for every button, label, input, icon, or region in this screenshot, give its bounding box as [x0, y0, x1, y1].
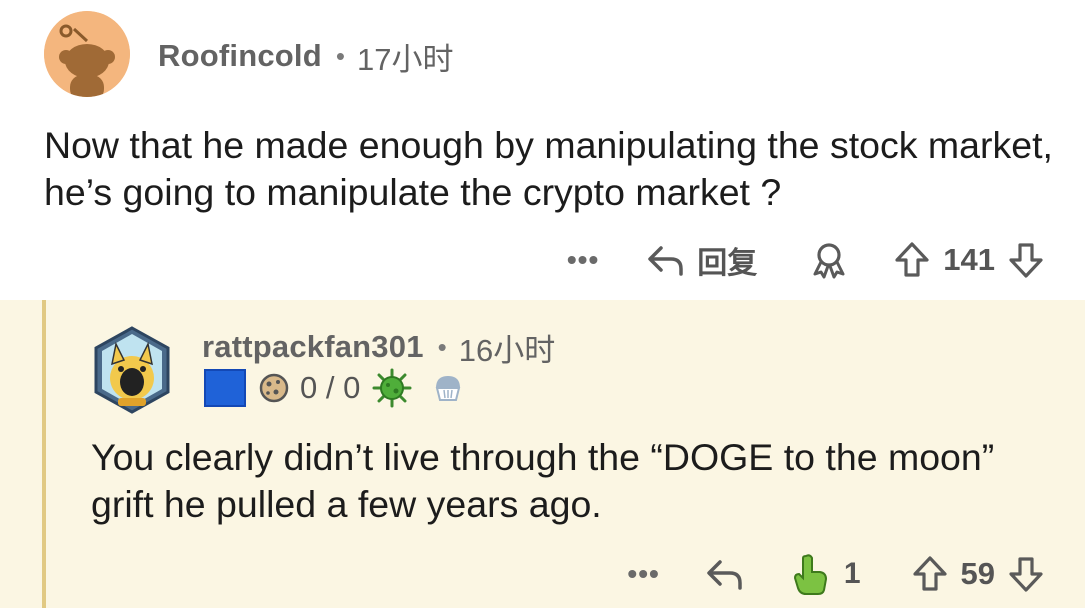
pointing-hand-icon — [793, 554, 827, 595]
user-avatar[interactable] — [92, 324, 172, 416]
vote-controls: 59 — [911, 554, 1045, 594]
cupcake-icon — [436, 376, 461, 401]
reply-label: 回复 — [697, 247, 758, 280]
upvote-icon[interactable] — [893, 240, 931, 280]
vote-score: 59 — [960, 556, 995, 591]
comment-header: rattpackfan301 • 16小时 — [202, 327, 556, 368]
comment-actions: ••• 1 59 — [627, 546, 1045, 602]
downvote-icon[interactable] — [1007, 240, 1045, 280]
doge-avatar-icon — [94, 326, 170, 414]
comment-text: Now that he made enough by manipulating … — [44, 124, 1053, 213]
thread-line[interactable] — [42, 300, 46, 608]
comment: Roofincold • 17小时 Now that he made enoug… — [0, 0, 1085, 300]
virus-icon — [372, 368, 412, 408]
username[interactable]: Roofincold — [158, 38, 322, 74]
user-avatar[interactable] — [44, 11, 130, 97]
award-count: 1 — [843, 557, 861, 590]
snoo-avatar-icon — [44, 11, 130, 97]
reply-comment: rattpackfan301 • 16小时 0 / 0 You clearly … — [0, 300, 1085, 608]
more-options-button[interactable]: ••• — [627, 558, 659, 590]
comment-actions: ••• 回复 141 — [567, 232, 1045, 288]
flair-color-square — [204, 369, 246, 407]
reply-button[interactable]: 回复 — [645, 238, 757, 282]
separator-dot: • — [335, 40, 345, 71]
award-button[interactable] — [809, 240, 849, 280]
vote-controls: 141 — [893, 240, 1045, 280]
timestamp: 17小时 — [356, 41, 454, 77]
upvote-icon[interactable] — [911, 554, 949, 594]
reply-arrow-icon — [648, 246, 684, 276]
award-button[interactable]: 1 — [790, 552, 911, 596]
separator-dot: • — [437, 331, 447, 362]
reply-arrow-icon — [707, 560, 742, 590]
cookie-icon — [259, 373, 289, 403]
flair-text: 0 / 0 — [300, 370, 361, 405]
more-options-button[interactable]: ••• — [567, 244, 599, 276]
vote-score: 141 — [943, 242, 995, 277]
username[interactable]: rattpackfan301 — [202, 329, 424, 365]
downvote-icon[interactable] — [1007, 554, 1045, 594]
user-flair: 0 / 0 — [204, 368, 470, 408]
comment-text: You clearly didn’t live through the “DOG… — [91, 436, 995, 525]
comment-header: Roofincold • 17小时 — [158, 36, 454, 77]
award-icon — [813, 243, 845, 279]
reply-button[interactable] — [704, 554, 746, 594]
timestamp: 16小时 — [458, 332, 556, 368]
